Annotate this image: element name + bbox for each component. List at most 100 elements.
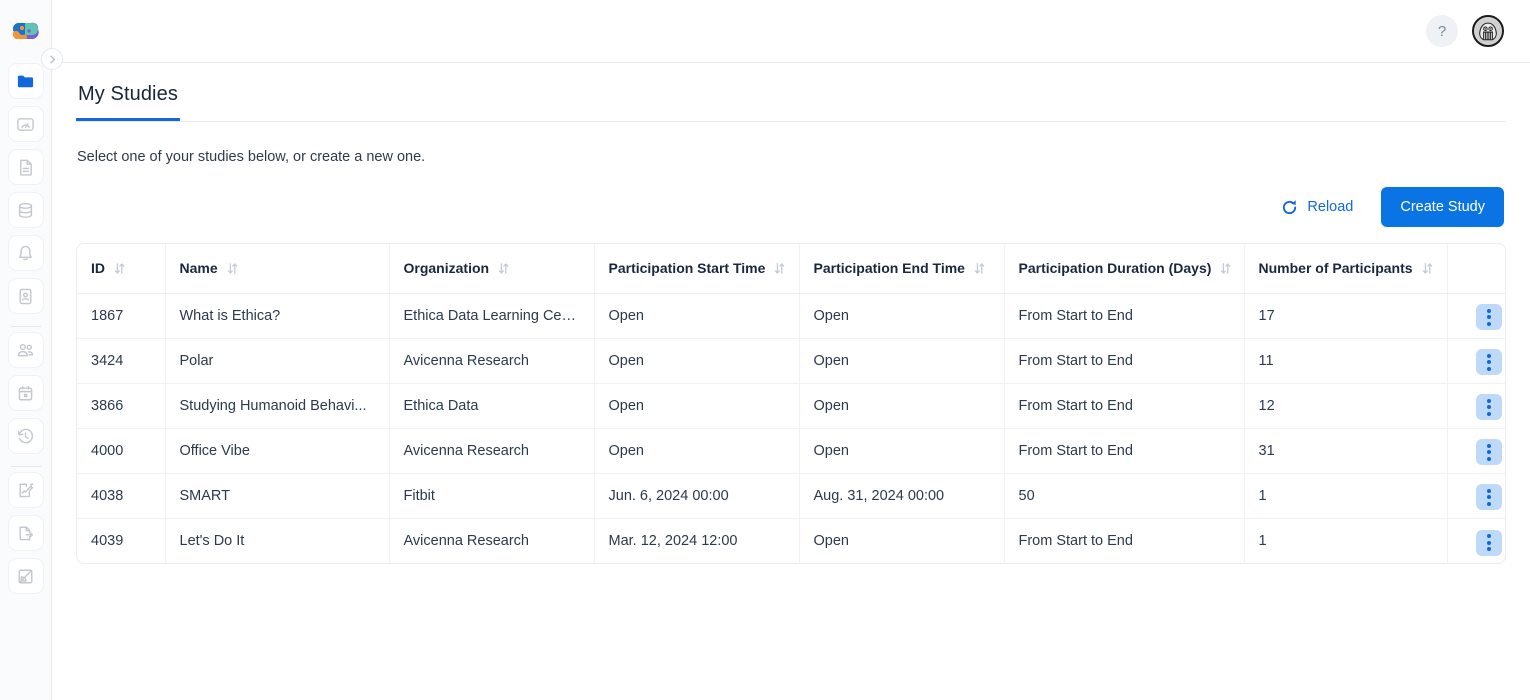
column-label-participation-start-time: Participation Start Time <box>608 260 766 277</box>
dot <box>1486 366 1491 371</box>
table-row[interactable]: 4000 Office Vibe Avicenna Research Open … <box>77 428 1505 474</box>
sort-icon <box>974 262 985 274</box>
chevron-right-icon <box>49 55 55 63</box>
page-subtitle: Select one of your studies below, or cre… <box>77 149 426 165</box>
cell-actions <box>1447 518 1505 563</box>
cell-end-time: Open <box>799 383 1005 429</box>
sidebar-group-primary <box>0 63 51 321</box>
row-menu-button[interactable] <box>1475 484 1502 511</box>
id-card-icon <box>19 288 32 304</box>
cell-organization: Avicenna Research <box>389 428 595 474</box>
column-label-organization: Organization <box>403 260 490 277</box>
table-row[interactable]: 4038 SMART Fitbit Jun. 6, 2024 00:00 Aug… <box>77 473 1505 519</box>
dot <box>1486 321 1491 326</box>
table-row[interactable]: 3866 Studying Humanoid Behavi... Ethica … <box>77 383 1505 429</box>
ethica-brain-logo <box>12 22 39 39</box>
sidebar-group-tools <box>0 472 51 601</box>
sidebar-item-export[interactable] <box>7 515 44 551</box>
table-row[interactable]: 3424 Polar Avicenna Research Open Open F… <box>77 338 1505 384</box>
column-header-participation-start-time[interactable]: Participation Start Time <box>594 244 800 294</box>
column-label-name: Name <box>179 260 218 277</box>
cell-end-time: Aug. 31, 2024 00:00 <box>799 473 1005 519</box>
cell-organization: Avicenna Research <box>389 338 595 384</box>
table-toolbar: Reload Create Study <box>76 187 1506 227</box>
dot <box>1486 353 1491 358</box>
cell-organization: Ethica Data Learning Center <box>389 293 595 339</box>
cell-start-time: Open <box>594 293 800 339</box>
cell-end-time: Open <box>799 338 1005 384</box>
cell-actions <box>1447 338 1505 384</box>
cell-organization: Avicenna Research <box>389 518 595 563</box>
cell-participants: 31 <box>1244 428 1448 474</box>
sidebar-item-compose[interactable] <box>7 472 44 508</box>
edit-document-icon <box>19 482 34 497</box>
cell-name: Let's Do It <box>165 518 390 563</box>
cell-actions <box>1447 428 1505 474</box>
cell-id: 1867 <box>77 293 166 339</box>
people-icon <box>17 343 34 356</box>
cell-id: 4038 <box>77 473 166 519</box>
row-menu-button[interactable] <box>1475 394 1502 421</box>
dashboard-icon <box>17 117 34 131</box>
folder-icon <box>17 75 34 87</box>
sidebar <box>0 0 63 700</box>
sidebar-item-studies[interactable] <box>7 63 44 99</box>
sidebar-item-documents[interactable] <box>7 149 44 185</box>
cell-name: Office Vibe <box>165 428 390 474</box>
table-row[interactable]: 1867 What is Ethica? Ethica Data Learnin… <box>77 293 1505 339</box>
dot <box>1486 315 1491 320</box>
sidebar-item-database[interactable] <box>7 192 44 228</box>
history-clock-icon <box>17 428 34 443</box>
database-icon <box>18 202 33 218</box>
column-header-participation-end-time[interactable]: Participation End Time <box>799 244 1005 294</box>
dot <box>1486 547 1491 551</box>
sidebar-collapse-toggle[interactable] <box>41 48 63 70</box>
column-header-actions <box>1447 244 1505 294</box>
row-menu-button[interactable] <box>1475 304 1502 331</box>
column-label-number-of-participants: Number of Participants <box>1258 260 1413 277</box>
cell-organization: Fitbit <box>389 473 595 519</box>
dot <box>1486 488 1491 493</box>
avatar[interactable] <box>1472 15 1504 47</box>
column-header-organization[interactable]: Organization <box>389 244 595 294</box>
row-menu-button[interactable] <box>1475 529 1502 556</box>
cell-name: Polar <box>165 338 390 384</box>
main-area: ? My Studies Select one of your studies … <box>52 0 1530 700</box>
cell-duration: From Start to End <box>1004 428 1245 474</box>
column-header-name[interactable]: Name <box>165 244 390 294</box>
column-header-participation-duration[interactable]: Participation Duration (Days) <box>1004 244 1245 294</box>
sidebar-item-dashboard[interactable] <box>7 106 44 142</box>
cell-id: 4000 <box>77 428 166 474</box>
sort-icon <box>114 262 125 274</box>
column-header-id[interactable]: ID <box>77 244 166 294</box>
table-row[interactable]: 4039 Let's Do It Avicenna Research Mar. … <box>77 518 1505 563</box>
cell-start-time: Open <box>594 428 800 474</box>
sort-icon <box>498 262 509 274</box>
cell-participants: 1 <box>1244 473 1448 519</box>
cell-name: SMART <box>165 473 390 519</box>
row-menu-button[interactable] <box>1475 349 1502 376</box>
column-label-participation-duration: Participation Duration (Days) <box>1018 260 1212 277</box>
create-study-button[interactable]: Create Study <box>1381 187 1504 227</box>
cell-name: Studying Humanoid Behavi... <box>165 383 390 429</box>
sidebar-item-reports[interactable] <box>7 558 44 594</box>
cell-start-time: Mar. 12, 2024 12:00 <box>594 518 800 563</box>
sidebar-item-profile-card[interactable] <box>7 278 44 314</box>
row-menu-button[interactable] <box>1475 439 1502 466</box>
calendar-icon <box>18 385 33 400</box>
cell-participants: 17 <box>1244 293 1448 339</box>
help-button[interactable]: ? <box>1426 15 1458 47</box>
sidebar-item-calendar[interactable] <box>7 375 44 411</box>
reload-button[interactable]: Reload <box>1279 195 1355 220</box>
tab-my-studies[interactable]: My Studies <box>76 83 180 121</box>
cell-duration: From Start to End <box>1004 293 1245 339</box>
cell-id: 3866 <box>77 383 166 429</box>
cell-actions <box>1447 473 1505 519</box>
sidebar-item-history[interactable] <box>7 418 44 454</box>
sort-icon <box>1221 262 1231 274</box>
avatar-image <box>1474 17 1502 45</box>
sidebar-item-notifications[interactable] <box>7 235 44 271</box>
cell-organization: Ethica Data <box>389 383 595 429</box>
sidebar-item-participants[interactable] <box>7 332 44 368</box>
column-header-number-of-participants[interactable]: Number of Participants <box>1244 244 1448 294</box>
